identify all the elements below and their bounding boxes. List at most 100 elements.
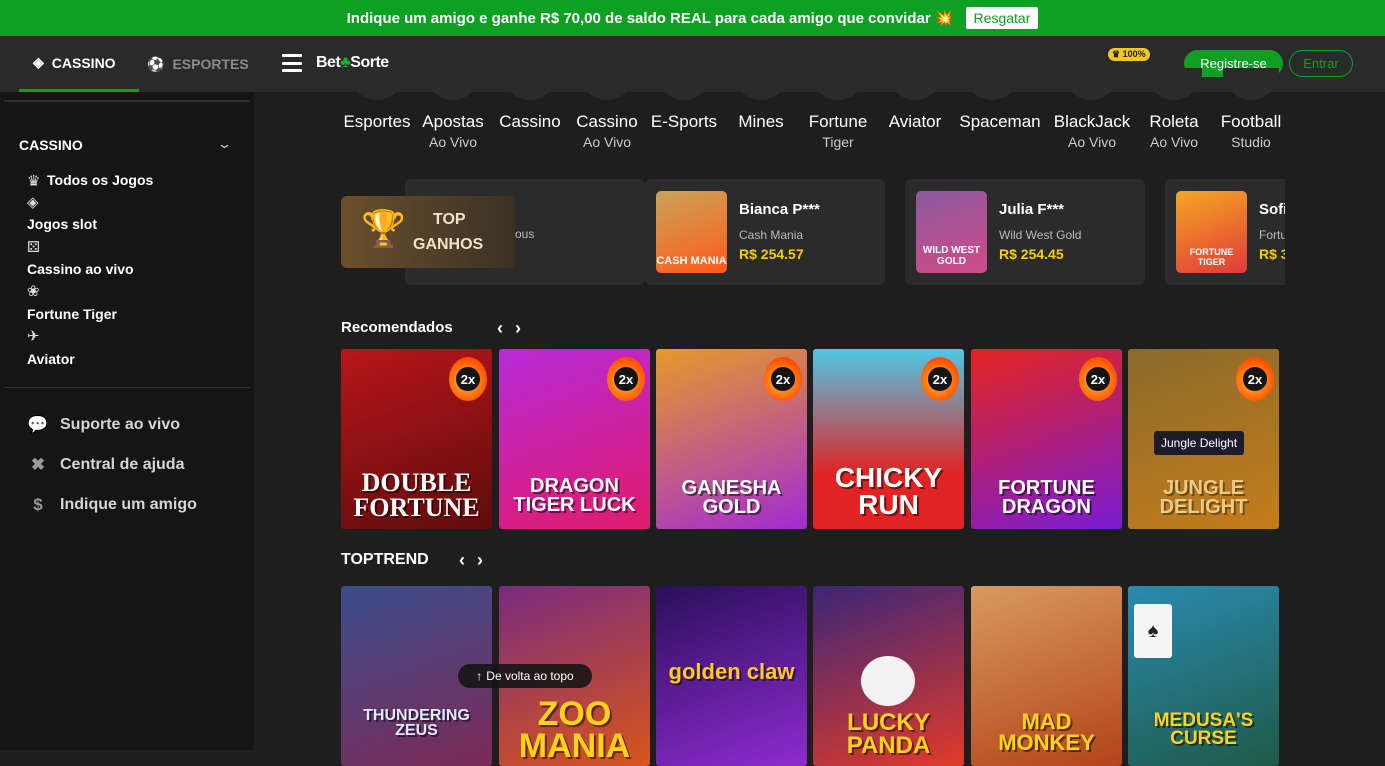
- category-icon: [1223, 68, 1279, 100]
- category-icon: [502, 68, 558, 100]
- category-sublabel: Studio: [1231, 134, 1271, 150]
- game-title: ZOO MANIA: [518, 695, 631, 766]
- chevron-down-icon[interactable]: ⌄: [217, 136, 232, 152]
- game-thumbnail: FORTUNE TIGER: [1176, 191, 1247, 273]
- game-title: MAD MONKEY: [998, 709, 1095, 755]
- promo-text: Indique um amigo e ganhe R$ 70,00 de sal…: [346, 10, 954, 27]
- category-icon: [964, 68, 1020, 100]
- sidebar-heading[interactable]: CASSINO: [19, 137, 83, 153]
- category-icon: [579, 68, 635, 100]
- game-tile[interactable]: LUCKY PANDA: [813, 586, 964, 766]
- winner-amount: R$ 3: [1259, 246, 1285, 262]
- help-label: Central de ajuda: [60, 456, 185, 473]
- game-tile[interactable]: golden claw: [656, 586, 807, 766]
- game-tile[interactable]: 2x CHICKY RUN: [813, 349, 964, 529]
- sidebar-item-todos-os-jogos[interactable]: Todos os Jogos: [47, 172, 153, 188]
- game-tile[interactable]: 2x GANESHA GOLD: [656, 349, 807, 529]
- category-sublabel: Ao Vivo: [1068, 134, 1116, 150]
- slot-icon: ◈: [27, 194, 39, 211]
- paw-icon: ❀: [27, 283, 40, 300]
- sidebar-item-aviator[interactable]: Aviator: [27, 351, 75, 367]
- partial-text: ous: [515, 227, 535, 241]
- game-title: THUNDERING ZEUS: [363, 707, 470, 740]
- category-spaceman[interactable]: Spaceman: [955, 112, 1045, 134]
- game-title: FORTUNE DRAGON: [998, 477, 1095, 518]
- sidebar-divider: [4, 100, 250, 102]
- multiplier-text: 2x: [1086, 367, 1110, 391]
- tab-esportes[interactable]: ⚽ ESPORTES: [147, 36, 249, 92]
- category-football-studio[interactable]: Football Studio: [1206, 112, 1296, 150]
- category-icon: [1063, 68, 1119, 100]
- crown-icon: ♛: [27, 173, 41, 190]
- category-icon: [1146, 68, 1202, 100]
- chevron-left-icon[interactable]: ‹: [497, 318, 503, 339]
- resgatar-button[interactable]: Resgatar: [965, 7, 1039, 29]
- multiplier-badge: 2x: [1079, 357, 1117, 401]
- top-ganhos-banner: 🏆 TOP GANHOS: [341, 196, 515, 268]
- sidebar-item-fortune-tiger[interactable]: Fortune Tiger: [27, 306, 117, 322]
- sidebar: CASSINO ⌄ ♛ Todos os Jogos ◈ Jogos slot …: [0, 92, 254, 750]
- game-tile[interactable]: ♠ MEDUSA'S CURSE: [1128, 586, 1279, 766]
- category-label: Football: [1220, 112, 1282, 131]
- winner-game: Cash Mania: [739, 228, 804, 242]
- chevron-right-icon[interactable]: ›: [515, 318, 521, 339]
- chevron-right-icon[interactable]: ›: [477, 550, 483, 571]
- sidebar-refer-friend[interactable]: $ Indique um amigo: [27, 495, 197, 515]
- game-title: CHICKY RUN: [834, 462, 943, 520]
- carousel-arrows: ‹ ›: [459, 550, 483, 571]
- chevron-left-icon[interactable]: ‹: [459, 550, 465, 571]
- game-tile[interactable]: 2x FORTUNE DRAGON: [971, 349, 1122, 529]
- game-title: DOUBLE FORTUNE: [353, 468, 480, 522]
- section-title-recomendados: Recomendados: [341, 319, 453, 336]
- tab-cassino[interactable]: ◈ CASSINO: [19, 36, 139, 92]
- game-title: JUNGLE DELIGHT: [1159, 477, 1248, 518]
- game-tile[interactable]: MAD MONKEY: [971, 586, 1122, 766]
- sidebar-item-cassino-ao-vivo[interactable]: Cassino ao vivo: [27, 261, 134, 277]
- winner-game: Wild West Gold: [999, 228, 1082, 242]
- category-sublabel: Ao Vivo: [429, 134, 477, 150]
- section-title-toptrend: TOPTREND: [341, 551, 429, 568]
- multiplier-badge: 2x: [449, 357, 487, 401]
- winner-name: Bianca P***: [739, 201, 820, 218]
- category-icon: [656, 68, 712, 100]
- crown-small-icon: ♛: [1112, 49, 1121, 59]
- top-ganhos-line1: TOP: [433, 211, 466, 228]
- logo-left-text: Bet: [316, 54, 341, 71]
- tab-cassino-label: CASSINO: [51, 54, 116, 71]
- game-tile[interactable]: 2x DRAGON TIGER LUCK: [499, 349, 650, 529]
- back-to-top-button[interactable]: ↑ De volta ao topo: [458, 664, 592, 688]
- category-icon: [733, 68, 789, 100]
- sidebar-divider-2: [4, 387, 250, 388]
- money-bag-icon: $: [33, 495, 43, 514]
- arrow-up-icon: ↑: [476, 669, 483, 683]
- thumb-label: WILD WEST GOLD: [922, 245, 981, 267]
- winner-card[interactable]: WILD WEST GOLD Julia F*** Wild West Gold…: [905, 179, 1145, 285]
- login-button[interactable]: Entrar: [1289, 50, 1353, 77]
- category-blackjack-ao-vivo[interactable]: BlackJack Ao Vivo: [1047, 112, 1137, 150]
- game-tile[interactable]: 2x DOUBLE FORTUNE: [341, 349, 492, 529]
- multiplier-text: 2x: [456, 367, 480, 391]
- multiplier-text: 2x: [614, 367, 638, 391]
- multiplier-text: 2x: [1243, 367, 1267, 391]
- multiplier-text: 2x: [928, 367, 952, 391]
- menu-icon[interactable]: [282, 54, 302, 72]
- category-aviator[interactable]: Aviator: [870, 112, 960, 134]
- back-to-top-label: De volta ao topo: [486, 669, 574, 683]
- cassino-tab-icon: ◈: [33, 54, 44, 70]
- progress-badge: ♛ 100%: [1108, 48, 1150, 61]
- thumb-label: FORTUNE TIGER: [1189, 247, 1234, 267]
- help-icon: ✖: [30, 455, 46, 474]
- sidebar-item-jogos-slot[interactable]: Jogos slot: [27, 216, 97, 232]
- category-icon: [349, 68, 405, 100]
- top-winners-strip: ous 🏆 TOP GANHOS CASH MANIA Bianca P*** …: [341, 179, 1285, 285]
- plane-icon: ✈: [27, 328, 40, 345]
- sidebar-help-center[interactable]: ✖ Central de ajuda: [27, 455, 185, 475]
- chat-icon: 💬: [27, 415, 49, 434]
- category-icon: [425, 68, 481, 100]
- multiplier-badge: 2x: [921, 357, 959, 401]
- category-row: Esportes Apostas Ao Vivo Cassino Cassino A…: [335, 68, 1285, 162]
- winner-card[interactable]: FORTUNE TIGER Sofi Fortu R$ 3: [1165, 179, 1285, 285]
- category-sublabel: Tiger: [822, 134, 854, 150]
- winner-card[interactable]: CASH MANIA Bianca P*** Cash Mania R$ 254…: [645, 179, 885, 285]
- sidebar-support-chat[interactable]: 💬 Suporte ao vivo: [27, 415, 180, 435]
